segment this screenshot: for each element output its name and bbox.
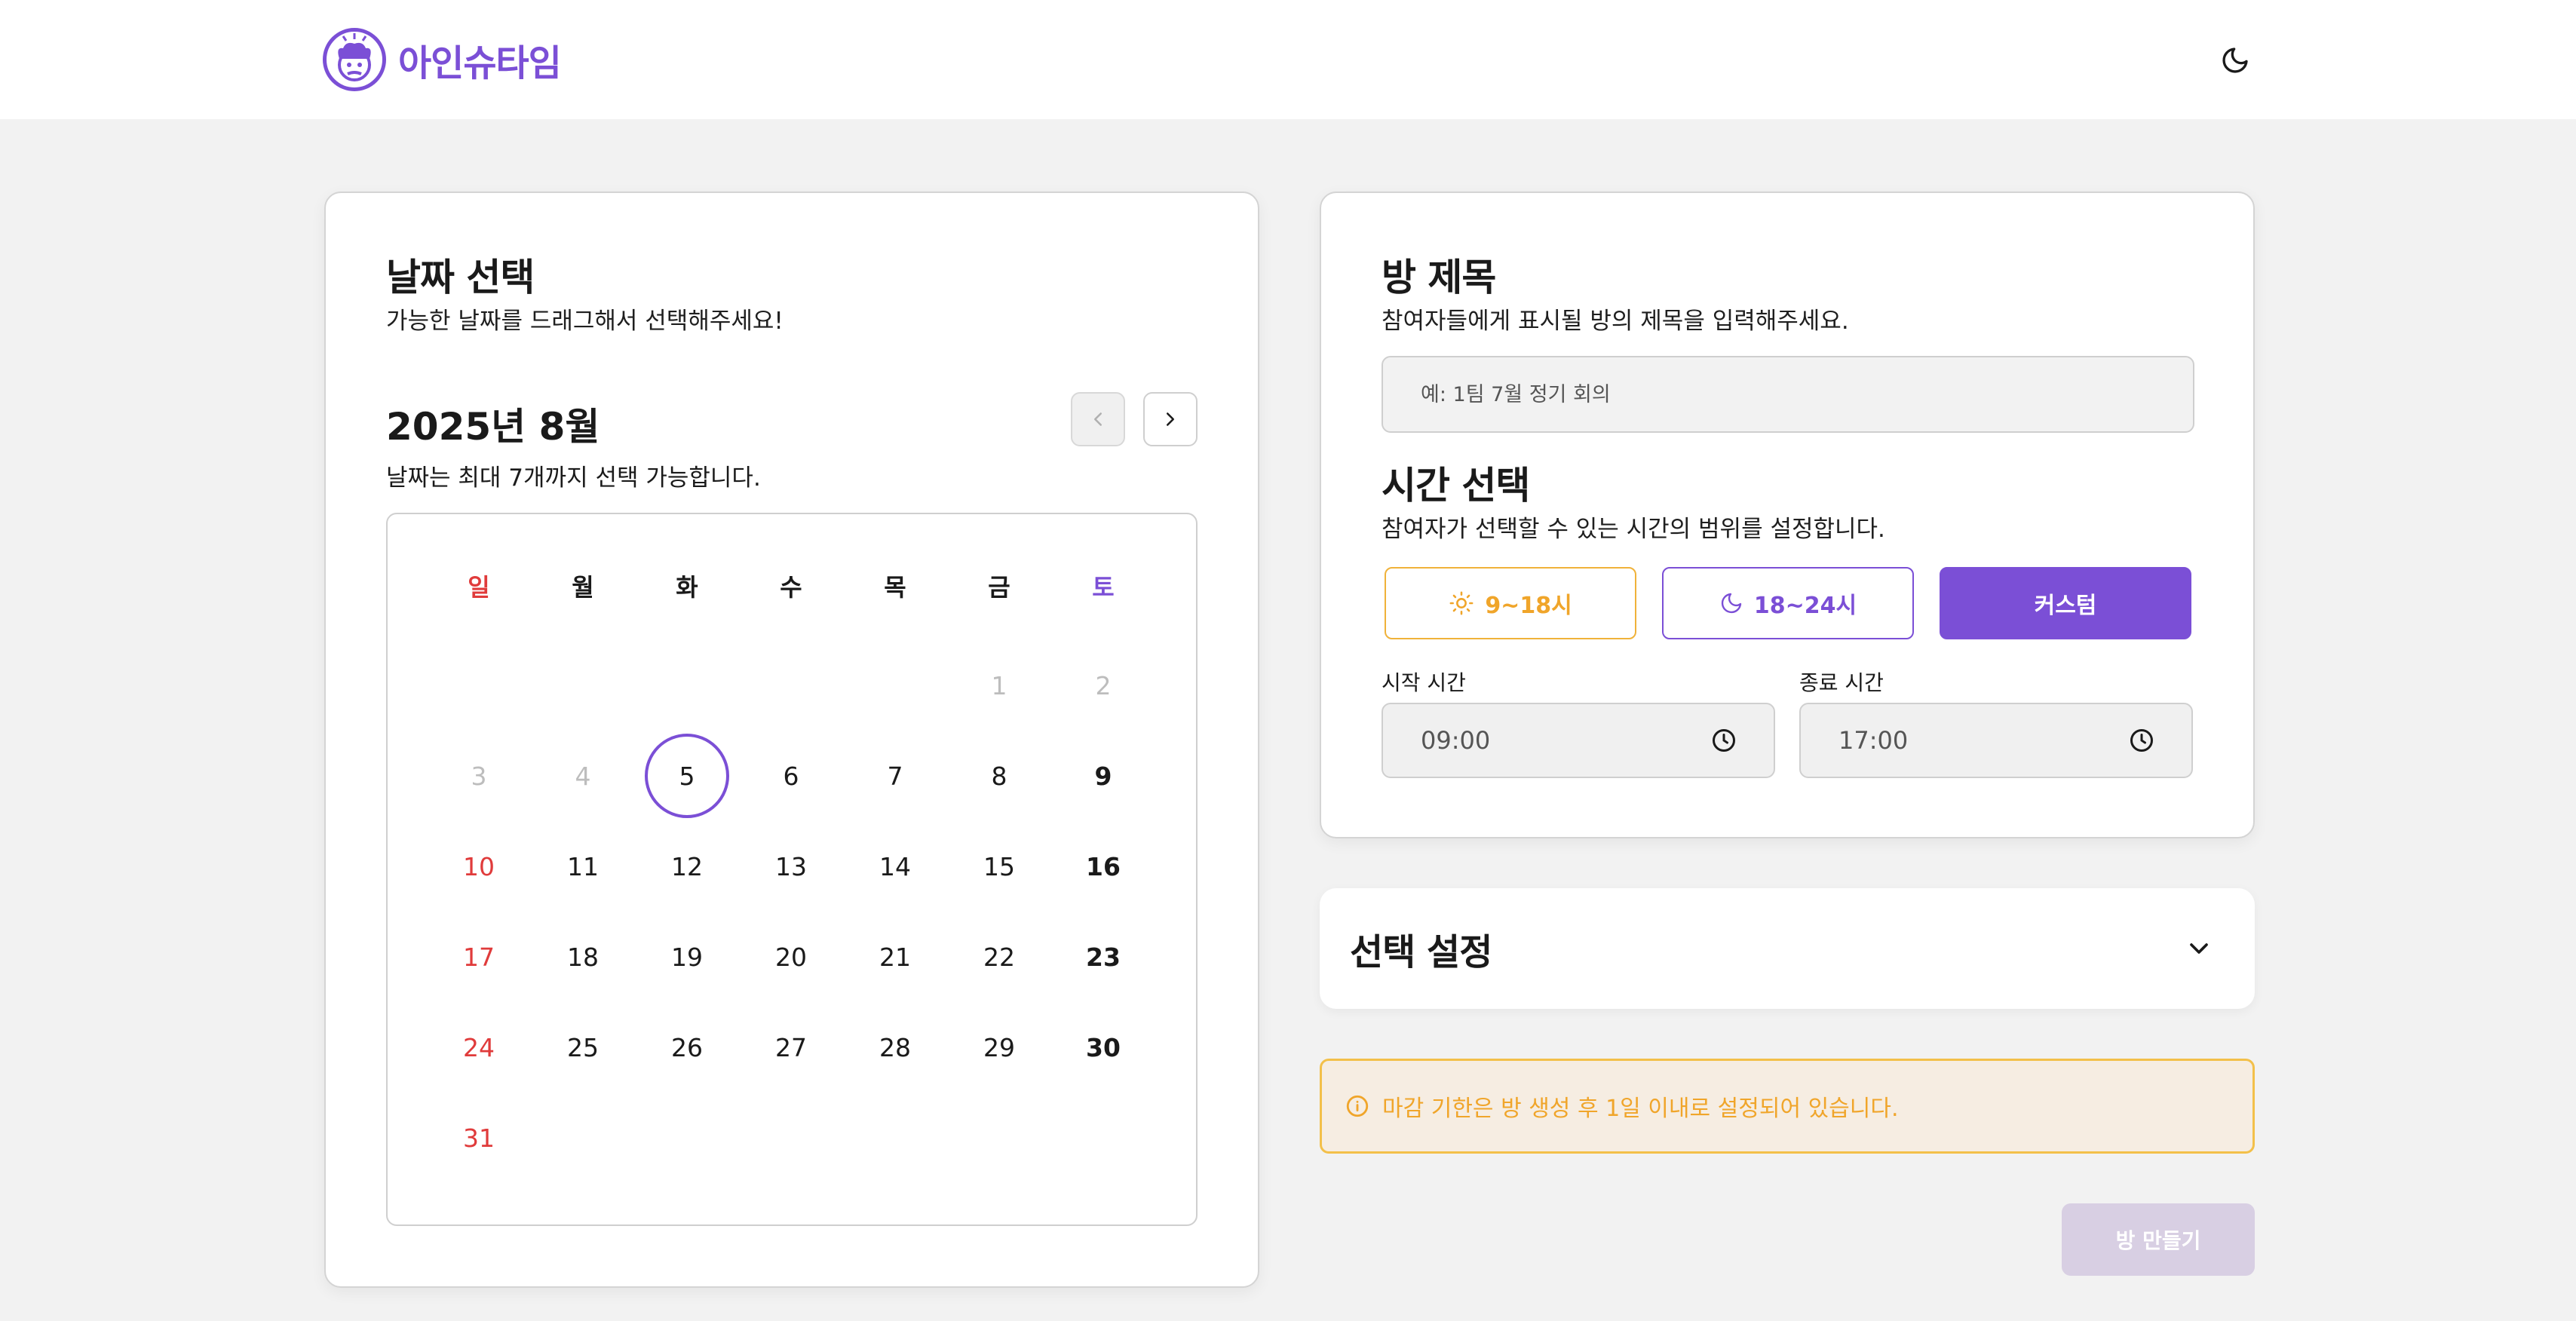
- calendar-day[interactable]: 27: [750, 1006, 833, 1089]
- calendar-day[interactable]: 19: [646, 915, 728, 998]
- preset-day-label: 9~18시: [1485, 593, 1572, 619]
- calendar-day[interactable]: 23: [1062, 915, 1145, 998]
- logo-icon: [323, 28, 386, 91]
- weekday-fri: 금: [988, 573, 1010, 602]
- clock-icon: [1713, 729, 1735, 752]
- calendar-day[interactable]: 12: [646, 825, 728, 908]
- calendar-day: 1: [991, 670, 1007, 700]
- start-time-value: 09:00: [1421, 726, 1491, 755]
- calendar-day: 4: [575, 761, 591, 791]
- preset-custom-button[interactable]: 커스텀: [1940, 567, 2191, 639]
- calendar-day[interactable]: 8: [958, 734, 1041, 817]
- selection-settings-toggle[interactable]: 선택 설정: [1320, 888, 2255, 1009]
- calendar-day[interactable]: 25: [541, 1006, 624, 1089]
- date-selection-card: 날짜 선택 가능한 날짜를 드래그해서 선택해주세요! 2025년 8월 날짜는…: [324, 192, 1259, 1288]
- weekday-thu: 목: [884, 573, 906, 602]
- calendar-grid: 일 월 화 수 목 금 토 1 2 3 4 5 6 7 8 9 10 11 12…: [386, 513, 1198, 1226]
- calendar-day[interactable]: 22: [958, 915, 1041, 998]
- calendar-day: 2: [1095, 670, 1112, 700]
- moon-icon: [1721, 593, 1742, 614]
- time-selection-subtitle: 참여자가 선택할 수 있는 시간의 범위를 설정합니다.: [1382, 516, 1885, 543]
- room-title-heading: 방 제목: [1382, 256, 1496, 299]
- create-room-button[interactable]: 방 만들기: [2062, 1203, 2255, 1276]
- weekday-sun: 일: [468, 573, 490, 602]
- weekday-tue: 화: [676, 573, 698, 602]
- calendar-day[interactable]: 24: [437, 1006, 520, 1089]
- deadline-notice: 마감 기한은 방 생성 후 1일 이내로 설정되어 있습니다.: [1320, 1059, 2255, 1154]
- room-title-input[interactable]: [1382, 356, 2194, 433]
- end-time-label: 종료 시간: [1799, 670, 1884, 695]
- app-header: 아인슈타임: [0, 0, 2576, 119]
- calendar-day[interactable]: 26: [646, 1006, 728, 1089]
- sun-icon: [1449, 591, 1474, 615]
- next-month-button[interactable]: [1143, 392, 1198, 446]
- end-time-value: 17:00: [1838, 726, 1909, 755]
- start-time-label: 시작 시간: [1382, 670, 1466, 695]
- calendar-day[interactable]: 6: [750, 734, 833, 817]
- date-limit-note: 날짜는 최대 7개까지 선택 가능합니다.: [386, 464, 761, 492]
- calendar-day[interactable]: 10: [437, 825, 520, 908]
- chevron-left-icon: [1094, 412, 1102, 426]
- weekday-wed: 수: [780, 573, 802, 602]
- room-settings-card: 방 제목 참여자들에게 표시될 방의 제목을 입력해주세요. 시간 선택 참여자…: [1320, 192, 2255, 838]
- calendar-day[interactable]: 30: [1062, 1006, 1145, 1089]
- preset-day-button[interactable]: 9~18시: [1385, 567, 1636, 639]
- selection-settings-title: 선택 설정: [1350, 931, 1492, 973]
- month-label: 2025년 8월: [386, 405, 600, 449]
- weekday-sat: 토: [1092, 573, 1115, 602]
- prev-month-button[interactable]: [1071, 392, 1125, 446]
- calendar-day[interactable]: 20: [750, 915, 833, 998]
- calendar-day[interactable]: 18: [541, 915, 624, 998]
- app-name: 아인슈타임: [398, 42, 562, 84]
- info-icon: [1346, 1095, 1369, 1117]
- calendar-day[interactable]: 11: [541, 825, 624, 908]
- weekday-mon: 월: [572, 573, 594, 602]
- clock-icon: [2130, 729, 2153, 752]
- calendar-day[interactable]: 14: [854, 825, 937, 908]
- date-selection-title: 날짜 선택: [386, 256, 535, 299]
- end-time-field[interactable]: 17:00: [1799, 703, 2193, 778]
- deadline-notice-text: 마감 기한은 방 생성 후 1일 이내로 설정되어 있습니다.: [1382, 1096, 1899, 1122]
- calendar-day[interactable]: 17: [437, 915, 520, 998]
- calendar-day[interactable]: 7: [854, 734, 937, 817]
- calendar-day[interactable]: 29: [958, 1006, 1041, 1089]
- calendar-day[interactable]: 28: [854, 1006, 937, 1089]
- theme-toggle-button[interactable]: [2214, 39, 2256, 81]
- chevron-down-icon: [2190, 943, 2208, 954]
- logo[interactable]: 아인슈타임: [323, 27, 562, 92]
- start-time-field[interactable]: 09:00: [1382, 703, 1775, 778]
- preset-custom-label: 커스텀: [2034, 593, 2097, 619]
- preset-night-label: 18~24시: [1753, 593, 1857, 619]
- preset-night-button[interactable]: 18~24시: [1662, 567, 1914, 639]
- room-title-subtitle: 참여자들에게 표시될 방의 제목을 입력해주세요.: [1382, 308, 1849, 335]
- calendar-day[interactable]: 31: [437, 1096, 520, 1179]
- moon-icon: [2222, 48, 2248, 73]
- calendar-day: 3: [471, 761, 487, 791]
- date-selection-subtitle: 가능한 날짜를 드래그해서 선택해주세요!: [386, 308, 784, 335]
- calendar-day[interactable]: 13: [750, 825, 833, 908]
- time-selection-title: 시간 선택: [1382, 464, 1530, 507]
- chevron-right-icon: [1167, 412, 1174, 426]
- calendar-day-today[interactable]: 5: [645, 734, 729, 818]
- calendar-day[interactable]: 15: [958, 825, 1041, 908]
- calendar-day[interactable]: 21: [854, 915, 937, 998]
- calendar-day[interactable]: 9: [1062, 734, 1145, 817]
- calendar-day[interactable]: 16: [1062, 825, 1145, 908]
